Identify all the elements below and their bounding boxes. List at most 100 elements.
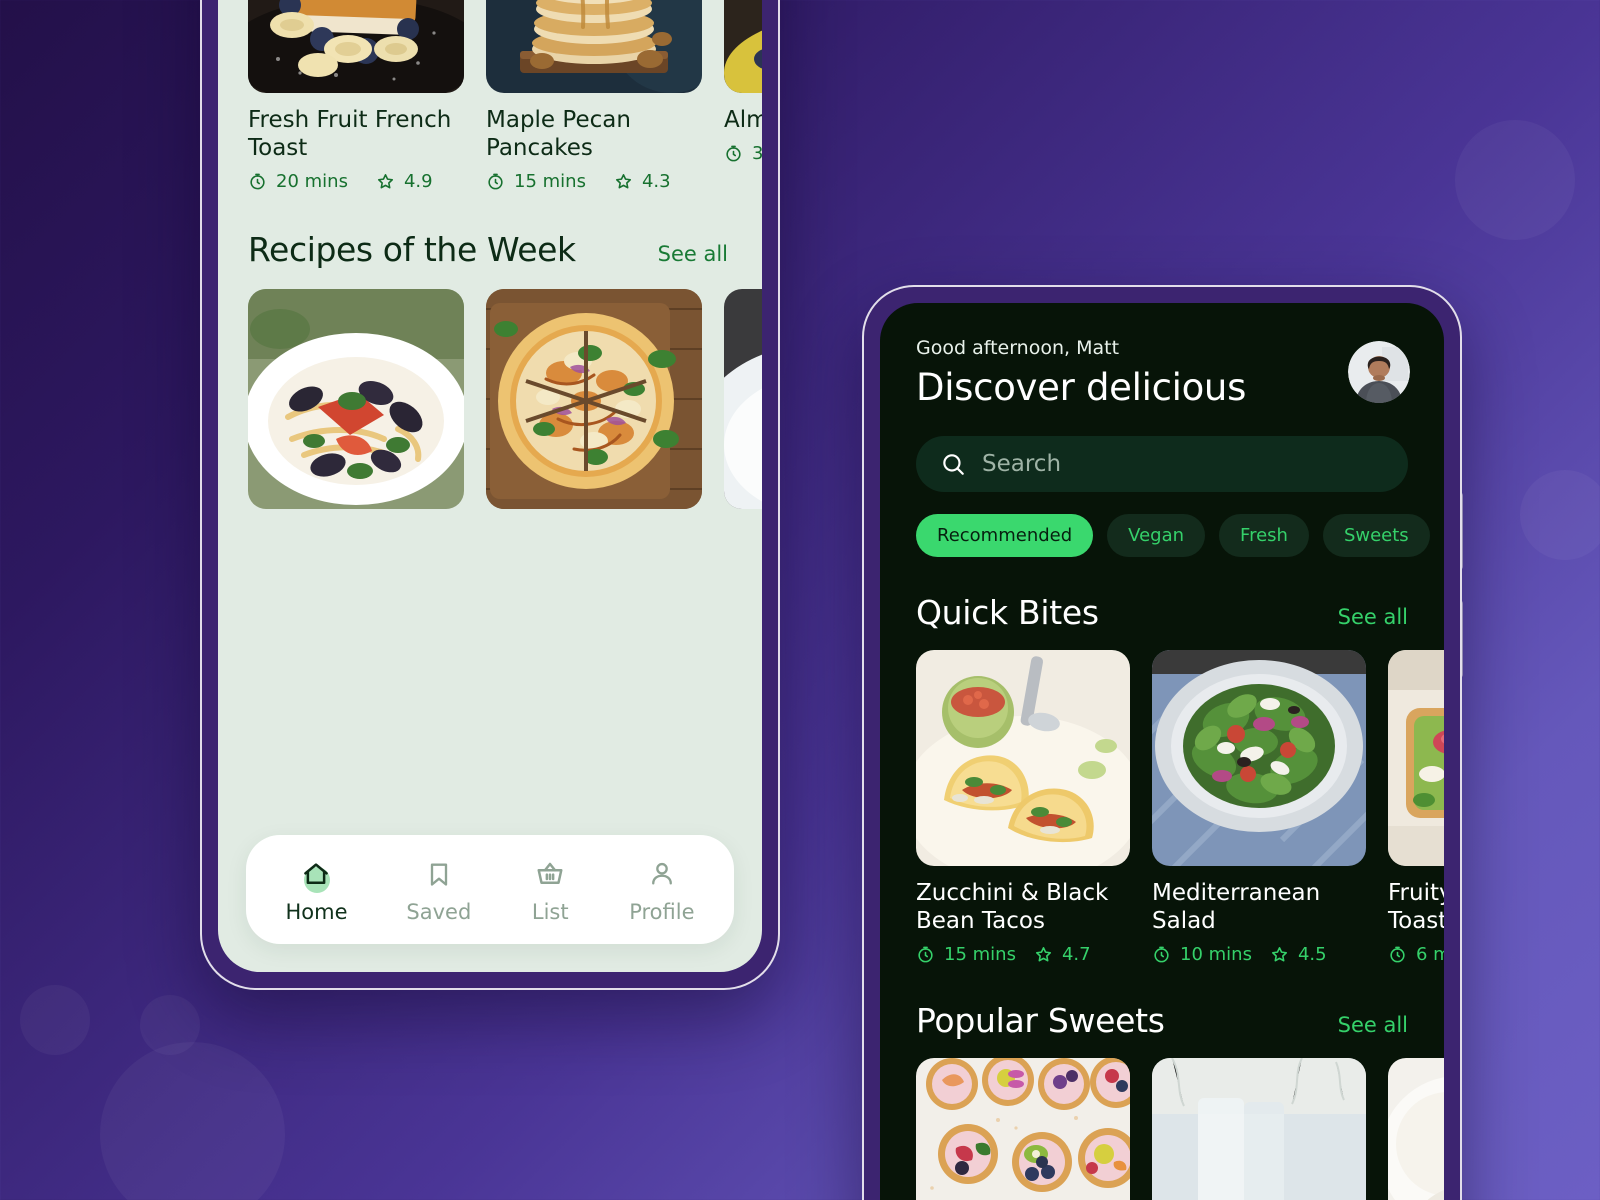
chip-fresh[interactable]: Fresh: [1219, 514, 1309, 557]
bottom-navigation-bar[interactable]: Home Saved List Profile: [246, 835, 734, 944]
dark-header: Good afternoon, Matt Discover delicious: [880, 337, 1444, 409]
recipe-card[interactable]: Almond Croissant 30 mins: [724, 0, 762, 192]
recipe-meta: 30 mins: [724, 143, 762, 164]
tab-home[interactable]: Home: [285, 857, 347, 924]
search-placeholder: Search: [982, 451, 1062, 477]
recipe-name: Fruity Avocado Toast: [1388, 880, 1444, 935]
tab-label: Saved: [406, 900, 472, 924]
bg-decor-circle: [100, 1042, 285, 1200]
recipe-name: Mediterranean Salad: [1152, 880, 1321, 935]
section-title: Recipes of the Week: [248, 230, 576, 270]
timer-icon: [1390, 946, 1405, 963]
recipe-time: 20 mins: [276, 171, 348, 193]
chip-label: Vegan: [1128, 525, 1185, 546]
recipe-meta: 10 mins 4.5: [1152, 944, 1366, 965]
greeting-text: Good afternoon, Matt: [916, 337, 1120, 359]
star-icon: [615, 174, 631, 189]
seafood-pasta-image: [248, 289, 464, 510]
recipe-time: 15 mins: [944, 944, 1016, 966]
avatar[interactable]: [1348, 341, 1410, 403]
french-toast-image: [248, 0, 464, 93]
recipe-card[interactable]: [724, 289, 762, 510]
timer-icon: [726, 145, 741, 162]
chip-sweets[interactable]: Sweets: [1322, 514, 1430, 557]
chip-vegan[interactable]: Vegan: [1107, 514, 1206, 557]
recipe-card[interactable]: Mediterranean Salad 10 mins 4.5: [1152, 650, 1366, 965]
popular-sweets-card-row[interactable]: [880, 1058, 1444, 1200]
chip-label: Recommended: [937, 525, 1073, 546]
section-header-popular-sweets: Popular Sweets See all: [880, 1001, 1444, 1040]
home-icon: [304, 863, 329, 884]
recipe-time: 30 mins: [752, 143, 762, 165]
recipe-time: 6 mins: [1416, 944, 1444, 966]
tab-label: Home: [285, 900, 348, 924]
breakfast-card-row[interactable]: Fresh Fruit French Toast 20 mins 4.9 Map…: [218, 0, 762, 192]
recipe-meta: 15 mins 4.7: [916, 944, 1130, 965]
timer-icon: [250, 173, 265, 190]
section-header-recipes-of-the-week: Recipes of the Week See all: [218, 230, 762, 269]
see-all-link-quick-bites[interactable]: See all: [1338, 605, 1408, 629]
tab-label: Profile: [629, 900, 695, 924]
recipe-card[interactable]: Fruity Avocado Toast 6 mins: [1388, 650, 1444, 965]
recipe-rating: 4.7: [1061, 944, 1091, 966]
recipes-of-the-week-card-row[interactable]: [218, 289, 762, 510]
recipe-rating: 4.3: [641, 171, 671, 193]
dark-screen: Good afternoon, Matt Discover delicious …: [880, 303, 1444, 1200]
timer-icon: [1154, 946, 1169, 963]
star-icon: [1271, 947, 1287, 962]
bg-decor-circle: [140, 995, 200, 1055]
cream-dessert-image: [1388, 1058, 1444, 1200]
pancakes-image: [486, 0, 702, 93]
phone-mockup-light: Recommended Breakfast Coffee Lunch D Bre…: [200, 0, 780, 990]
section-title: Quick Bites: [916, 593, 1099, 632]
timer-icon: [918, 946, 933, 963]
bg-decor-circle: [20, 985, 90, 1055]
recipe-name: Almond Croissant: [724, 107, 762, 133]
recipe-rating: 4.9: [403, 171, 433, 193]
avocado-toast-image: [1388, 650, 1444, 866]
bbq-pizza-image: [486, 289, 702, 510]
recipe-meta: 6 mins: [1388, 944, 1444, 965]
chip-label: Fresh: [1240, 525, 1288, 546]
croissant-image: [724, 0, 762, 93]
search-input[interactable]: Search: [916, 436, 1408, 492]
see-all-link-recipes-of-the-week[interactable]: See all: [658, 242, 728, 266]
recipe-name: Zucchini & Black Bean Tacos: [916, 880, 1109, 935]
chip-recommended[interactable]: Recommended: [916, 514, 1094, 557]
light-screen: Recommended Breakfast Coffee Lunch D Bre…: [218, 0, 762, 972]
dark-category-chip-row[interactable]: Recommended Vegan Fresh Sweets Italian: [880, 492, 1444, 557]
recipe-card[interactable]: Fresh Fruit French Toast 20 mins 4.9: [248, 0, 464, 192]
tab-list[interactable]: List: [530, 857, 570, 924]
timer-icon: [488, 173, 503, 190]
salad-image: [1152, 650, 1366, 866]
bg-decor-circle: [1455, 120, 1575, 240]
tab-label: List: [531, 900, 569, 924]
fruit-tarts-image: [916, 1058, 1130, 1200]
search-icon: [943, 454, 964, 475]
bookmark-icon: [430, 863, 448, 886]
page-title: Discover delicious: [916, 366, 1247, 409]
star-icon: [377, 174, 393, 189]
recipe-rating: 4.5: [1297, 944, 1327, 966]
chip-label: Sweets: [1343, 525, 1409, 546]
recipe-card[interactable]: [916, 1058, 1130, 1200]
tab-saved[interactable]: Saved: [406, 857, 471, 924]
pastry-table-image: [1152, 1058, 1366, 1200]
see-all-link-popular-sweets[interactable]: See all: [1338, 1013, 1408, 1037]
recipe-meta: 20 mins 4.9: [248, 171, 464, 192]
recipe-card[interactable]: [248, 289, 464, 510]
basket-icon: [537, 862, 563, 884]
recipe-name: Maple Pecan Pancakes: [486, 107, 631, 162]
recipe-name: Fresh Fruit French Toast: [248, 107, 452, 162]
bg-decor-circle: [1520, 470, 1600, 560]
recipe-card[interactable]: Zucchini & Black Bean Tacos 15 mins 4.7: [916, 650, 1130, 965]
recipe-card[interactable]: [1388, 1058, 1444, 1200]
recipe-card[interactable]: [486, 289, 702, 510]
star-icon: [1035, 947, 1051, 962]
recipe-time: 10 mins: [1180, 944, 1252, 966]
recipe-card[interactable]: Maple Pecan Pancakes 15 mins 4.3: [486, 0, 702, 192]
recipe-card[interactable]: [1152, 1058, 1366, 1200]
quick-bites-card-row[interactable]: Zucchini & Black Bean Tacos 15 mins 4.7: [880, 650, 1444, 965]
tab-profile[interactable]: Profile: [629, 857, 694, 924]
plated-dish-image: [724, 289, 762, 510]
